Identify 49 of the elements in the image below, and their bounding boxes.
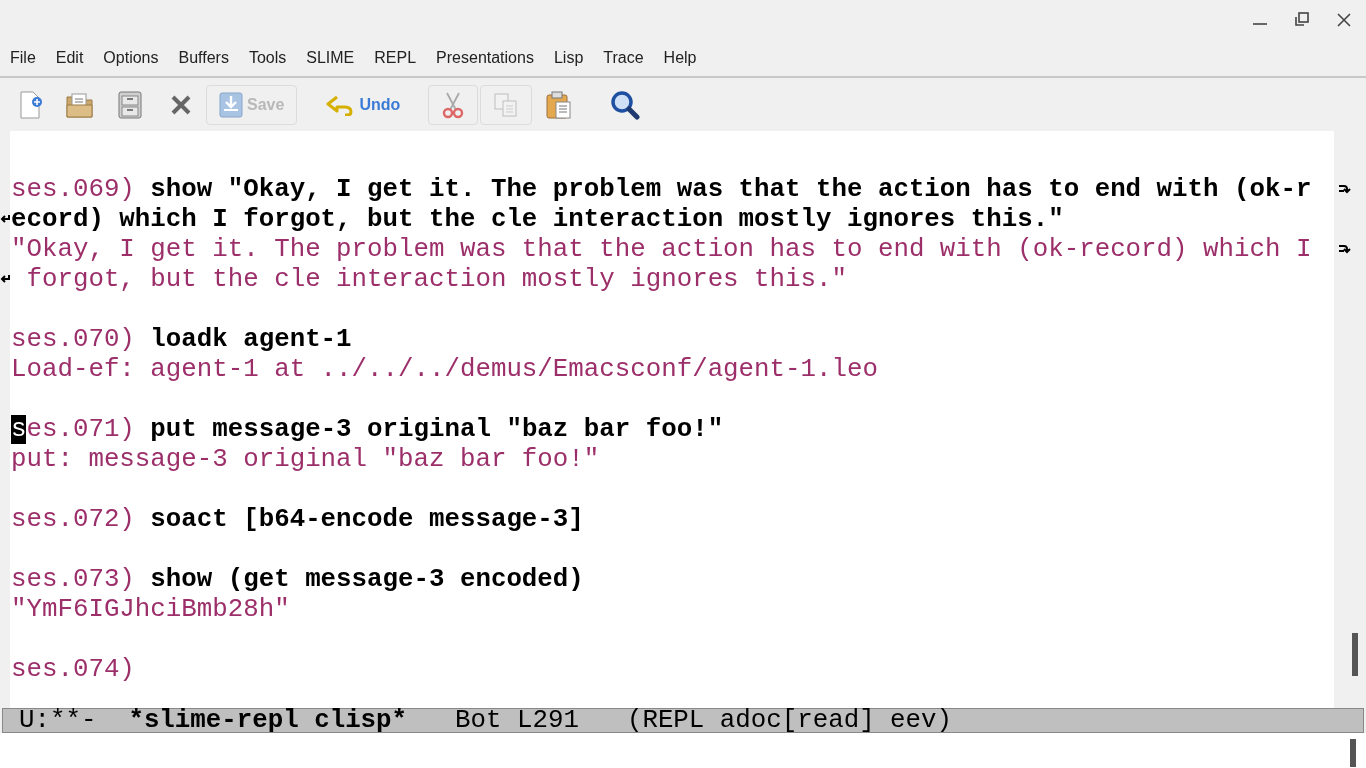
prompt-text: ses.072) [11, 505, 136, 534]
prompt-text: ses.073) [11, 565, 136, 594]
clipboard-icon [546, 90, 573, 119]
command-text: soact [b64-encode message-3] [150, 505, 584, 534]
search-icon [610, 89, 641, 120]
menu-item[interactable]: File [0, 46, 46, 70]
output-text: put: message-3 original "baz bar foo!" [11, 445, 600, 474]
output-text: Load-ef: agent-1 at ../../../demus/Emacsconf/agent-1.leo [11, 355, 878, 384]
menu-item[interactable]: Buffers [168, 46, 239, 70]
prompt-text: ses.069) [11, 175, 136, 204]
buffer-position: Bot L291 [454, 709, 579, 732]
scrollbar-thumb[interactable] [1352, 633, 1358, 676]
menu-item[interactable]: Lisp [543, 46, 594, 70]
command-text: show "Okay, I get it. The problem was that the action has to end with (ok-r [150, 175, 1312, 204]
menu-item[interactable]: Tools [238, 46, 297, 70]
output-text: "Okay, I get it. The problem was that the action has to end with (ok-record) which I [11, 235, 1312, 264]
continuation-arrow-icon [0, 273, 10, 285]
mode-list: (REPL adoc[read] eev) [578, 709, 952, 732]
menu-item[interactable]: Edit [45, 46, 94, 70]
prompt-text: ses.070) [11, 325, 136, 354]
scrollbar-thumb[interactable] [1350, 739, 1356, 767]
file-cabinet-icon [118, 90, 142, 119]
scissors-icon [441, 90, 466, 119]
new-file-icon [18, 90, 42, 119]
prompt-text: ses.074) [11, 655, 135, 684]
prompt-text: es.071) [26, 415, 136, 444]
cursor-character: s [11, 415, 27, 444]
undo-button[interactable]: Undo [325, 84, 401, 125]
menu-item[interactable]: SLIME [296, 46, 365, 70]
command-text: ecord) which I forgot, but the cle interaction mostly ignores this." [11, 205, 1064, 234]
copy-icon [493, 91, 520, 118]
command-text: show (get message-3 encoded) [150, 565, 584, 594]
menu-item[interactable]: Presentations [426, 46, 544, 70]
buffer-name: *slime-repl clisp* [127, 709, 408, 732]
output-text: forgot, but the cle interaction mostly ignores this." [25, 265, 847, 294]
save-icon [219, 91, 243, 118]
output-text: "YmF6IGJhciBmb28h" [11, 595, 290, 624]
menu-item[interactable]: Help [653, 46, 707, 70]
continuation-arrow-icon [0, 213, 10, 225]
command-text: loadk agent-1 [150, 325, 352, 354]
folder-icon [66, 91, 94, 118]
command-text: put message-3 original "baz bar foo!" [150, 415, 724, 444]
close-icon[interactable] [1335, 11, 1353, 29]
menu-item[interactable]: Options [93, 46, 169, 70]
menu-item[interactable]: Trace [593, 46, 654, 70]
close-icon [170, 93, 192, 116]
menu-item[interactable]: REPL [364, 46, 427, 70]
buffer-status: U:**- [18, 709, 97, 732]
restore-icon[interactable] [1293, 11, 1311, 29]
